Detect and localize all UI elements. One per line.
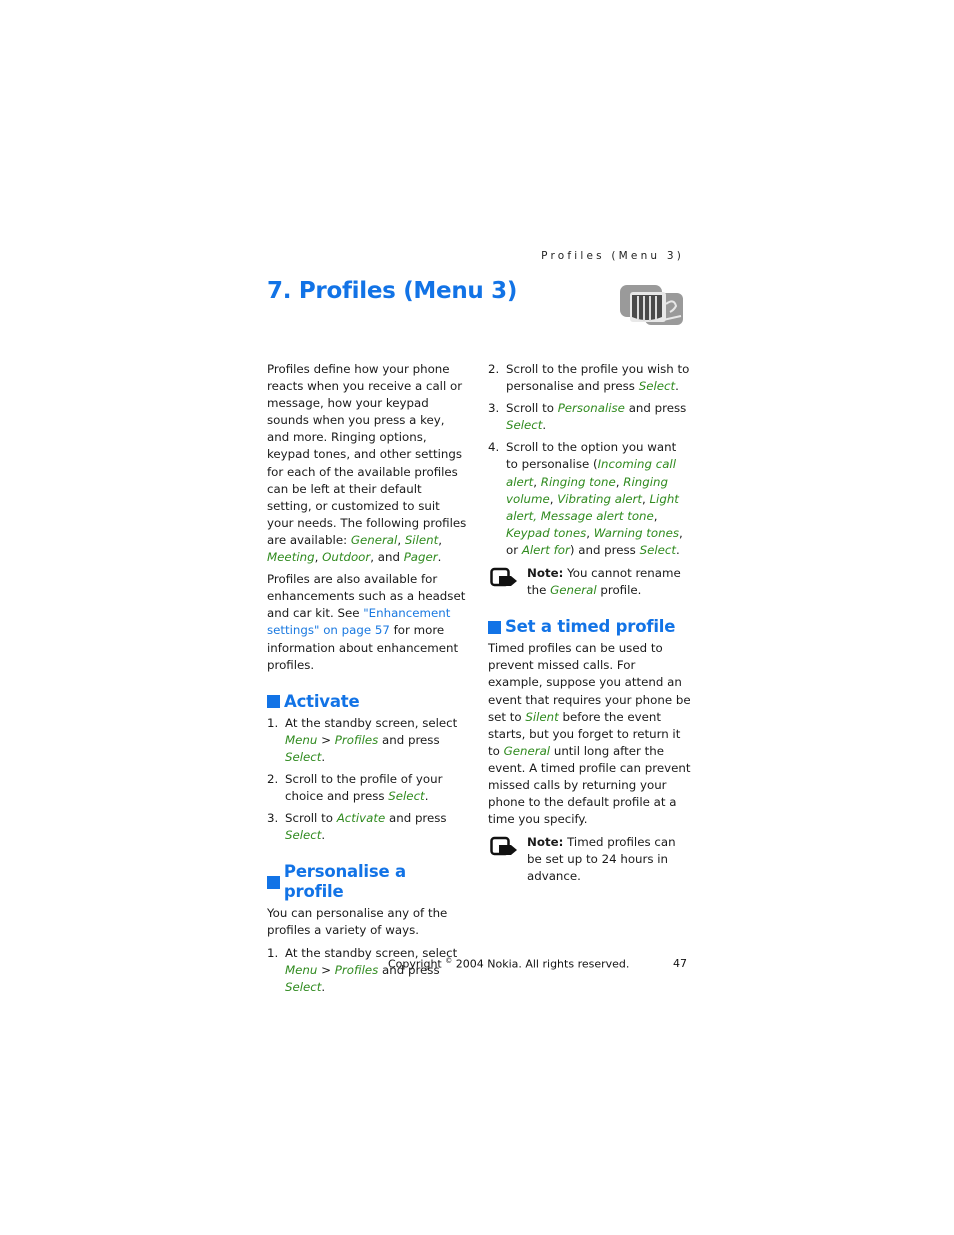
enhancement-paragraph: Profiles are also available for enhancem… <box>267 572 466 672</box>
section-square-icon <box>267 695 280 709</box>
section-square-icon <box>488 620 501 634</box>
activate-heading: Activate <box>267 692 470 712</box>
personalise-intro: You can personalise any of the profiles … <box>267 906 448 938</box>
list-item: 3. Scroll to Activate and press Select. <box>267 811 447 843</box>
list-item: 2. Scroll to the profile of your choice a… <box>267 771 443 804</box>
profile-outdoor: Outdoor <box>322 550 371 565</box>
note-hand-icon <box>490 837 517 856</box>
note-timed: Note: Timed profiles can be set up to 24… <box>488 834 691 885</box>
intro-paragraph: Profiles define how your phone reacts wh… <box>267 362 467 565</box>
list-item: 3. Scroll to Personalise and press Select… <box>488 401 687 433</box>
timed-profile-paragraph: Timed profiles can be used to prevent mi… <box>488 641 691 827</box>
list-item: 4. Scroll to the option you want to perso… <box>488 440 683 557</box>
note-hand-icon <box>490 567 517 587</box>
copyright: Copyright © 2004 Nokia. All rights reser… <box>388 957 630 971</box>
personalise-steps-part2: 2. Scroll to the profile you wish to pers… <box>488 361 691 559</box>
profile-meeting: Meeting <box>267 550 315 565</box>
running-head: Profiles (Menu 3) <box>541 250 684 262</box>
profiles-drum-icon <box>620 285 683 325</box>
left-column: Profiles define how your phone reacts wh… <box>267 361 470 1001</box>
chapter-title: 7. Profiles (Menu 3) <box>267 278 518 304</box>
note-rename: Note: You cannot rename the General prof… <box>488 565 691 599</box>
page-number: 47 <box>673 957 687 970</box>
section-square-icon <box>267 875 280 889</box>
list-item: 2. Scroll to the profile you wish to pers… <box>488 362 690 394</box>
personalise-heading: Personalise a profile <box>267 862 470 902</box>
timed-profile-heading: Set a timed profile <box>488 617 691 637</box>
page-footer: Copyright © 2004 Nokia. All rights reser… <box>388 957 687 971</box>
activate-steps: 1. At the standby screen, select Menu > P… <box>267 715 470 845</box>
profile-silent: Silent <box>404 532 439 547</box>
profile-general: General <box>350 532 398 547</box>
list-item: 1. At the standby screen, select Menu > P… <box>267 715 458 764</box>
profile-pager: Pager <box>403 550 438 565</box>
right-column: 2. Scroll to the profile you wish to pers… <box>488 361 691 894</box>
